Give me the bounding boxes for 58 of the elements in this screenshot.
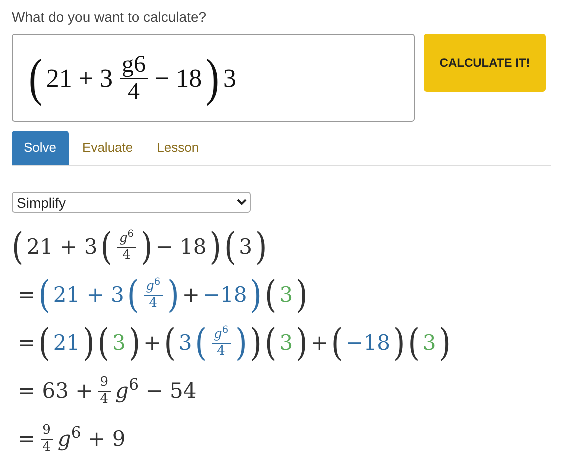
math-text: − 18 bbox=[156, 234, 207, 261]
parenthesis: ( bbox=[12, 228, 24, 266]
math-text: 3 bbox=[280, 282, 294, 309]
parenthesis: ( bbox=[265, 276, 277, 314]
parenthesis: ( bbox=[331, 324, 344, 362]
parenthesis: ( bbox=[195, 324, 208, 362]
math-text: 21 + 3 bbox=[26, 234, 98, 261]
math-text: + bbox=[310, 330, 328, 357]
parenthesis: ( bbox=[408, 324, 420, 362]
fraction: 9 4 bbox=[40, 423, 54, 456]
fraction: 9 4 bbox=[97, 375, 112, 408]
fraction: g$^{6}$ 4 bbox=[211, 327, 232, 360]
parenthesis: ) bbox=[210, 228, 222, 266]
parenthesis: ) bbox=[168, 276, 180, 314]
math-text: + bbox=[182, 282, 200, 309]
math-text: g$^{6}$ + 9 bbox=[58, 424, 126, 453]
parenthesis: ) bbox=[141, 228, 153, 266]
math-text: −18 bbox=[346, 330, 390, 357]
parenthesis: ( bbox=[38, 276, 50, 314]
parenthesis: ) bbox=[256, 228, 268, 266]
math-text: g$^{6}$ − 54 bbox=[116, 376, 197, 405]
fraction: g$^{6}$ 4 bbox=[143, 279, 164, 312]
math-text: 3 bbox=[112, 330, 126, 357]
math-text: 3 bbox=[280, 330, 294, 357]
calculate-button[interactable]: CALCULATE IT! bbox=[424, 34, 546, 92]
math-text: 21 + 3 bbox=[53, 282, 124, 309]
parenthesis: ) bbox=[296, 324, 308, 362]
fraction: g$^{6}$ 4 bbox=[116, 231, 138, 264]
math-text: = bbox=[18, 330, 36, 357]
mode-select[interactable]: Simplify bbox=[12, 192, 251, 213]
parenthesis: ) bbox=[236, 324, 248, 362]
math-text: 3 bbox=[178, 330, 192, 357]
parenthesis: ) bbox=[439, 324, 451, 362]
math-text: 3 bbox=[239, 234, 253, 261]
parenthesis: ( bbox=[100, 228, 112, 266]
math-text: + bbox=[144, 330, 162, 357]
tab[interactable]: Lesson bbox=[147, 131, 210, 165]
tab[interactable]: Evaluate bbox=[72, 131, 144, 165]
tab[interactable]: Solve bbox=[12, 131, 69, 165]
math-text: = bbox=[18, 426, 36, 453]
parenthesis: ( bbox=[98, 324, 110, 362]
parenthesis: ( bbox=[38, 324, 50, 362]
math-text: 3 bbox=[422, 330, 436, 357]
parenthesis: ( bbox=[224, 228, 236, 266]
math-text: = bbox=[18, 282, 36, 309]
parenthesis: ) bbox=[250, 324, 262, 362]
parenthesis: ) bbox=[83, 324, 95, 362]
prompt-label: What do you want to calculate? bbox=[12, 8, 207, 26]
math-text: 21 bbox=[53, 330, 80, 357]
parenthesis: ) bbox=[296, 276, 308, 314]
parenthesis: ) bbox=[250, 276, 262, 314]
parenthesis: ( bbox=[127, 276, 140, 314]
parenthesis: ) bbox=[393, 324, 406, 362]
math-text: −18 bbox=[202, 282, 248, 309]
parenthesis: ( bbox=[265, 324, 277, 362]
math-text: = 63 + bbox=[18, 378, 94, 405]
parenthesis: ) bbox=[128, 324, 141, 362]
parenthesis: ( bbox=[164, 324, 176, 362]
